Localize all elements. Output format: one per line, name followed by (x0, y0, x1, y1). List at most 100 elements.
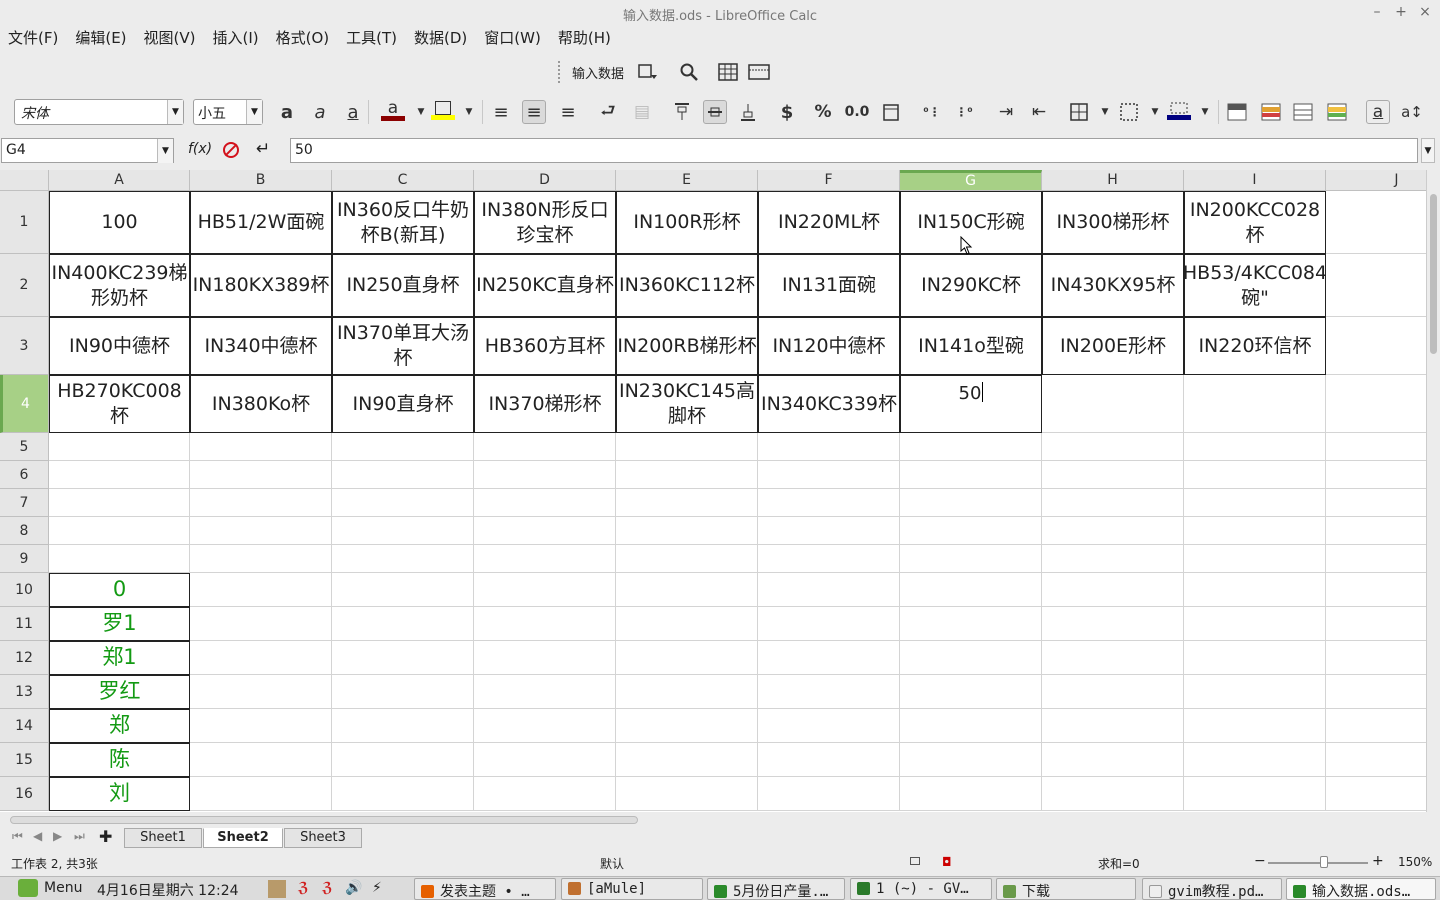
cell-f10[interactable] (758, 573, 900, 607)
style-plain-icon[interactable] (1291, 100, 1315, 124)
row-header-15[interactable]: 15 (0, 743, 49, 777)
cell-i5[interactable] (1184, 433, 1326, 461)
menu-edit[interactable]: 编辑(E) (75, 26, 126, 50)
cell-g7[interactable] (900, 489, 1042, 517)
cell-c2[interactable]: IN250直身杯 (332, 254, 474, 317)
cell-b10[interactable] (190, 573, 332, 607)
add-decimal-icon[interactable]: ⁰⋮ (920, 100, 944, 124)
borders-icon[interactable] (1067, 100, 1091, 124)
date-format-icon[interactable] (879, 100, 903, 124)
number-format-icon[interactable]: 0.0 (843, 100, 871, 124)
sum-display[interactable]: 求和=0 (1098, 855, 1140, 872)
cell-i9[interactable] (1184, 545, 1326, 573)
cell-a15[interactable]: 陈 (49, 743, 190, 777)
cancel-icon[interactable] (223, 142, 239, 158)
clipboard-icon[interactable] (268, 880, 286, 898)
cell-d4[interactable]: IN370梯形杯 (474, 375, 616, 433)
text-direction-icon[interactable]: a↕ (1400, 100, 1424, 124)
cell-j9[interactable] (1326, 545, 1426, 573)
chevron-down-icon[interactable]: ▼ (1143, 100, 1167, 124)
cell-f4[interactable]: IN340KC339杯 (758, 375, 900, 433)
expand-formula-icon[interactable]: ▼ (1421, 138, 1435, 163)
cell-d8[interactable] (474, 517, 616, 545)
cell-b4[interactable]: IN380Ko杯 (190, 375, 332, 433)
cell-i6[interactable] (1184, 461, 1326, 489)
cell-b12[interactable] (190, 641, 332, 675)
input-method-icon[interactable]: ℨ (322, 880, 333, 896)
cell-j4[interactable] (1326, 375, 1426, 433)
cell-a3[interactable]: IN90中德杯 (49, 317, 190, 375)
cell-a13[interactable]: 罗红 (49, 675, 190, 709)
cell-i16[interactable] (1184, 777, 1326, 811)
cell-g3[interactable]: IN141o型碗 (900, 317, 1042, 375)
cell-h13[interactable] (1042, 675, 1184, 709)
cell-b13[interactable] (190, 675, 332, 709)
input-method-icon[interactable]: ℨ (298, 880, 309, 896)
cell-f13[interactable] (758, 675, 900, 709)
chevron-down-icon[interactable]: ▼ (246, 100, 262, 124)
cell-e5[interactable] (616, 433, 758, 461)
task-amule[interactable]: [aMule] (561, 878, 703, 900)
align-top-icon[interactable] (670, 100, 694, 124)
cell-c13[interactable] (332, 675, 474, 709)
cell-i15[interactable] (1184, 743, 1326, 777)
cell-d16[interactable] (474, 777, 616, 811)
menu-format[interactable]: 格式(O) (276, 26, 330, 50)
cell-g6[interactable] (900, 461, 1042, 489)
volume-icon[interactable]: 🔊 (345, 880, 362, 896)
cell-f16[interactable] (758, 777, 900, 811)
cell-e6[interactable] (616, 461, 758, 489)
cell-h12[interactable] (1042, 641, 1184, 675)
font-color-icon[interactable]: a (381, 98, 405, 122)
merge-cells-icon[interactable]: ▤ (630, 100, 654, 124)
cell-c15[interactable] (332, 743, 474, 777)
cell-f2[interactable]: IN131面碗 (758, 254, 900, 317)
row-header-4[interactable]: 4 (0, 375, 49, 433)
delete-decimal-icon[interactable]: ⋮⁰ (952, 100, 976, 124)
highlight-color-icon[interactable] (431, 98, 455, 122)
cell-i3[interactable]: IN220环信杯 (1184, 317, 1326, 375)
cell-f8[interactable] (758, 517, 900, 545)
horizontal-scrollbar[interactable] (10, 816, 638, 824)
cell-j7[interactable] (1326, 489, 1426, 517)
cell-c6[interactable] (332, 461, 474, 489)
border-color-icon[interactable] (1167, 98, 1191, 122)
cell-d10[interactable] (474, 573, 616, 607)
cell-h14[interactable] (1042, 709, 1184, 743)
row-header-12[interactable]: 12 (0, 641, 49, 675)
cell-g5[interactable] (900, 433, 1042, 461)
menu-view[interactable]: 视图(V) (144, 26, 196, 50)
chevron-down-icon[interactable]: ▼ (1193, 100, 1217, 124)
cell-g10[interactable] (900, 573, 1042, 607)
cell-b7[interactable] (190, 489, 332, 517)
cell-a8[interactable] (49, 517, 190, 545)
cell-d5[interactable] (474, 433, 616, 461)
cell-i10[interactable] (1184, 573, 1326, 607)
menu-help[interactable]: 帮助(H) (558, 26, 611, 50)
cell-g15[interactable] (900, 743, 1042, 777)
cell-e15[interactable] (616, 743, 758, 777)
cell-e3[interactable]: IN200RB梯形杯 (616, 317, 758, 375)
task-active-calc[interactable]: 输入数据.ods… (1286, 878, 1436, 900)
name-box[interactable]: G4 ▼ (1, 138, 174, 163)
cell-a12[interactable]: 郑1 (49, 641, 190, 675)
cell-a1[interactable]: 100 (49, 191, 190, 254)
row-header-8[interactable]: 8 (0, 517, 49, 545)
cell-a2[interactable]: IN400KC239梯形奶杯 (49, 254, 190, 317)
row-header-6[interactable]: 6 (0, 461, 49, 489)
cell-e13[interactable] (616, 675, 758, 709)
cell-f1[interactable]: IN220ML杯 (758, 191, 900, 254)
cell-d3[interactable]: HB360方耳杯 (474, 317, 616, 375)
row-header-3[interactable]: 3 (0, 317, 49, 375)
cell-d12[interactable] (474, 641, 616, 675)
next-sheet-icon[interactable]: ▶ (53, 829, 62, 843)
cell-c5[interactable] (332, 433, 474, 461)
zoom-slider[interactable] (1268, 862, 1368, 864)
cell-e8[interactable] (616, 517, 758, 545)
row-header-14[interactable]: 14 (0, 709, 49, 743)
cell-i14[interactable] (1184, 709, 1326, 743)
menu-file[interactable]: 文件(F) (8, 26, 58, 50)
row-header-5[interactable]: 5 (0, 433, 49, 461)
task-gvim[interactable]: 1 (~) - GV… (850, 878, 992, 900)
cell-j8[interactable] (1326, 517, 1426, 545)
